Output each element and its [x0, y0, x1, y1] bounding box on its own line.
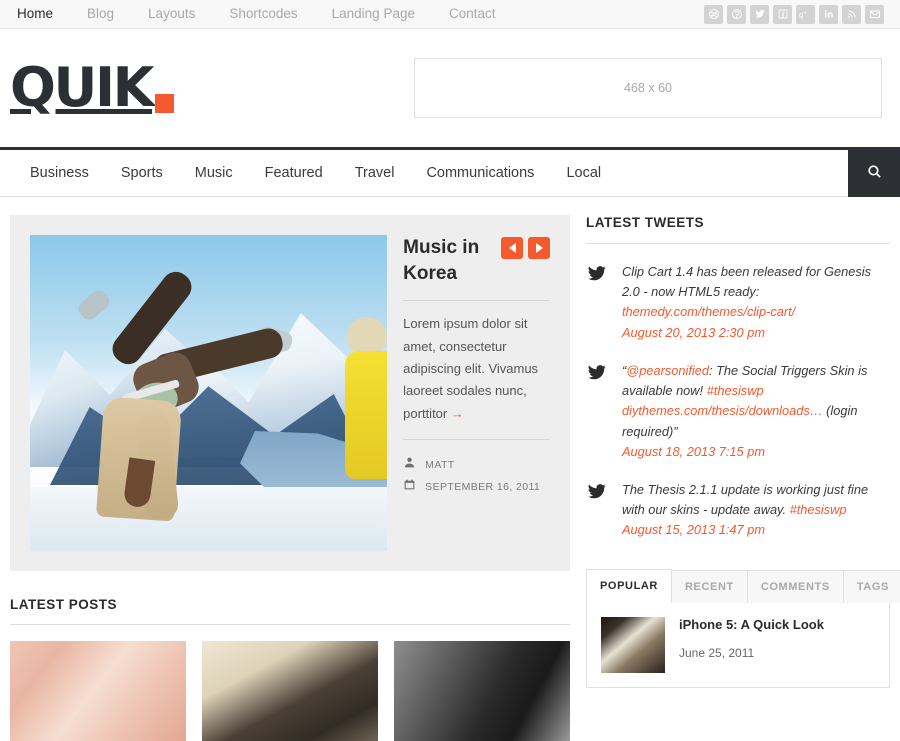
latest-tweets-widget: LATEST TWEETS Clip Cart 1.4 has been rel…	[586, 215, 890, 541]
chevron-left-icon	[508, 243, 516, 253]
topnav-item-blog[interactable]: Blog	[70, 0, 131, 28]
twitter-icon[interactable]	[750, 4, 769, 24]
tweet-date[interactable]: August 18, 2013 7:15 pm	[622, 442, 890, 462]
pinterest-icon[interactable]	[727, 4, 746, 24]
logo-text: QUIK	[10, 56, 154, 119]
tweet-item: Clip Cart 1.4 has been released for Gene…	[586, 262, 890, 343]
featured-divider	[403, 300, 550, 302]
featured-excerpt: Lorem ipsum dolor sit amet, consectetur …	[403, 313, 550, 425]
featured-meta-divider	[403, 439, 550, 441]
featured-image[interactable]	[30, 235, 388, 551]
nav-item-local[interactable]: Local	[550, 165, 617, 181]
tweet-link[interactable]: diythemes.com/thesis/downloads…	[622, 403, 823, 418]
dribbble-icon[interactable]	[704, 4, 723, 24]
ad-banner[interactable]: 468 x 60	[414, 58, 882, 118]
latest-tweets-divider	[586, 243, 890, 244]
tweet-body: Clip Cart 1.4 has been released for Gene…	[622, 262, 890, 343]
linkedin-icon[interactable]	[819, 4, 838, 24]
popular-post-title[interactable]: iPhone 5: A Quick Look	[679, 617, 824, 632]
svg-text:g: g	[799, 10, 803, 19]
nav-item-featured[interactable]: Featured	[249, 165, 339, 181]
ad-placeholder-label: 468 x 60	[624, 81, 672, 95]
popular-post-date: June 25, 2011	[679, 645, 755, 660]
tweet-date[interactable]: August 20, 2013 2:30 pm	[622, 323, 890, 343]
tweet-hashtag[interactable]: #thesiswp	[790, 502, 847, 517]
facebook-icon[interactable]	[773, 4, 792, 24]
posts-tabs-widget: POPULAR RECENT COMMENTS TAGS iPhone 5: A…	[586, 568, 900, 688]
twitter-bird-icon	[586, 480, 608, 541]
featured-meta: Music in Korea Lorem ipsum dolor sit ame…	[403, 235, 550, 551]
main-content: Music in Korea Lorem ipsum dolor sit ame…	[10, 215, 570, 741]
topnav-item-layouts[interactable]: Layouts	[131, 0, 212, 28]
googleplus-icon[interactable]: g +	[796, 4, 815, 24]
tab-comments[interactable]: COMMENTS	[746, 569, 844, 603]
post-thumb-hand[interactable]	[394, 641, 570, 741]
topnav-item-landing-page[interactable]: Landing Page	[315, 0, 432, 28]
social-links: g +	[704, 4, 892, 24]
tab-list: POPULAR RECENT COMMENTS TAGS	[586, 568, 900, 603]
calendar-icon	[403, 478, 416, 496]
sidebar: LATEST TWEETS Clip Cart 1.4 has been rel…	[586, 215, 900, 741]
topnav-item-home[interactable]: Home	[0, 0, 70, 28]
featured-date: SEPTEMBER 16, 2011	[425, 481, 541, 494]
email-icon[interactable]	[865, 4, 884, 24]
top-bar: Home Blog Layouts Shortcodes Landing Pag…	[0, 0, 900, 29]
main-navigation: Business Sports Music Featured Travel Co…	[0, 147, 900, 197]
tweet-body: “@pearsonified: The Social Triggers Skin…	[622, 361, 890, 462]
svg-text:+: +	[804, 11, 808, 17]
popular-post-thumbnail[interactable]	[601, 616, 665, 673]
latest-posts-list	[10, 641, 570, 741]
site-header: QUIK 468 x 60	[0, 29, 900, 147]
slider-prev-button[interactable]	[501, 237, 523, 259]
tab-recent[interactable]: RECENT	[670, 569, 748, 603]
topnav-item-shortcodes[interactable]: Shortcodes	[212, 0, 314, 28]
featured-slider-controls	[501, 237, 550, 259]
featured-date-row: SEPTEMBER 16, 2011	[403, 478, 550, 496]
topnav-item-contact[interactable]: Contact	[432, 0, 513, 28]
main-nav-links: Business Sports Music Featured Travel Co…	[0, 150, 848, 196]
tweet-hashtag[interactable]: #thesiswp	[707, 383, 764, 398]
rss-icon[interactable]	[842, 4, 861, 24]
post-thumb-camera[interactable]	[202, 641, 378, 741]
search-button[interactable]	[848, 149, 900, 197]
twitter-bird-icon	[586, 361, 608, 462]
top-navigation: Home Blog Layouts Shortcodes Landing Pag…	[0, 0, 513, 28]
nav-item-business[interactable]: Business	[14, 165, 105, 181]
read-more-arrow[interactable]: →	[451, 406, 464, 421]
tab-popular[interactable]: POPULAR	[586, 568, 672, 603]
featured-author-row: MATT	[403, 456, 550, 474]
tweet-item: The Thesis 2.1.1 update is working just …	[586, 480, 890, 541]
tweet-date[interactable]: August 15, 2013 1:47 pm	[622, 520, 890, 540]
featured-author[interactable]: MATT	[425, 459, 454, 471]
nav-item-travel[interactable]: Travel	[339, 165, 411, 181]
featured-post: Music in Korea Lorem ipsum dolor sit ame…	[10, 215, 570, 571]
popular-post-info: iPhone 5: A Quick Look June 25, 2011	[679, 617, 824, 673]
nav-item-music[interactable]: Music	[179, 165, 249, 181]
post-thumb-face[interactable]	[10, 641, 186, 741]
tweet-item: “@pearsonified: The Social Triggers Skin…	[586, 361, 890, 462]
nav-item-communications[interactable]: Communications	[410, 165, 550, 181]
latest-tweets-title: LATEST TWEETS	[586, 215, 704, 230]
latest-posts-divider	[10, 624, 570, 625]
tweet-body: The Thesis 2.1.1 update is working just …	[622, 480, 890, 541]
logo-dot	[155, 94, 175, 113]
tweet-mention[interactable]: @pearsonified	[626, 363, 709, 378]
user-icon	[403, 456, 416, 474]
tweet-link[interactable]: themedy.com/themes/clip-cart/	[622, 304, 795, 319]
tweet-text: Clip Cart 1.4 has been released for Gene…	[622, 264, 871, 300]
tab-panel-popular: iPhone 5: A Quick Look June 25, 2011	[586, 601, 890, 688]
featured-excerpt-text: Lorem ipsum dolor sit amet, consectetur …	[403, 316, 539, 421]
site-logo[interactable]: QUIK	[10, 56, 175, 119]
chevron-right-icon	[535, 243, 543, 253]
twitter-bird-icon	[586, 262, 608, 343]
search-icon	[866, 163, 883, 183]
featured-title[interactable]: Music in Korea	[403, 235, 493, 286]
slider-next-button[interactable]	[528, 237, 550, 259]
latest-posts-title: LATEST POSTS	[10, 597, 118, 612]
page-body: Music in Korea Lorem ipsum dolor sit ame…	[0, 197, 900, 741]
tab-tags[interactable]: TAGS	[842, 569, 900, 603]
nav-item-sports[interactable]: Sports	[105, 165, 179, 181]
